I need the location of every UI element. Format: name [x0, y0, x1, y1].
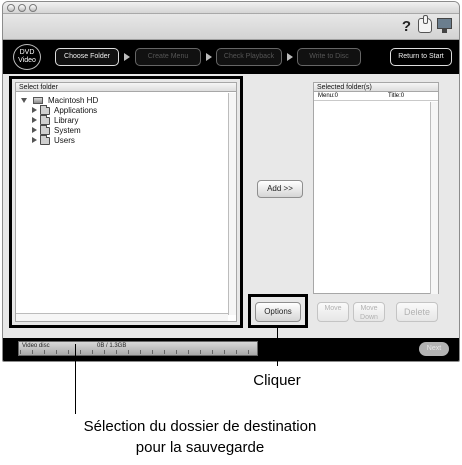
title-count-label: Title:0: [388, 93, 405, 99]
caption-select-line1: Sélection du dossier de destination: [83, 418, 317, 435]
step-arrow-icon: [206, 53, 212, 61]
disc-type-label: Video disc: [22, 343, 50, 349]
callout-line-folder: [75, 344, 76, 414]
caption-select-line2: pour la sauvegarde: [135, 439, 265, 456]
selected-folders-scrollbar[interactable]: [430, 102, 438, 294]
step-arrow-icon: [124, 53, 130, 61]
delete-button[interactable]: Delete: [396, 302, 438, 322]
step-write-to-disc[interactable]: Write to Disc: [297, 48, 361, 66]
caption-click: Cliquer: [253, 372, 301, 389]
selected-folders-panel: Selected folder(s) Menu:0 Title:0: [313, 82, 439, 294]
selected-folders-header: Selected folder(s): [314, 83, 438, 92]
selected-folders-column-header: Menu:0 Title:0: [314, 92, 438, 101]
dvd-video-logo: DVD Video: [13, 44, 41, 70]
callout-line-options: [277, 326, 278, 366]
move-down-button[interactable]: Move Down: [353, 302, 385, 322]
return-to-start-button[interactable]: Return to Start: [390, 48, 452, 66]
main-content: Select folder Macintosh HD Applications …: [3, 74, 459, 338]
folder-selection-highlight: [9, 76, 243, 328]
step-create-menu[interactable]: Create Menu: [135, 48, 201, 66]
step-choose-folder[interactable]: Choose Folder: [55, 48, 119, 66]
disc-capacity-meter: Video disc 0B / 1.3GB: [18, 341, 258, 356]
close-window-button[interactable]: [7, 4, 15, 12]
options-button-highlight: [248, 294, 308, 328]
disc-used-label: 0B / 1.3GB: [97, 343, 127, 349]
menu-count-label: Menu:0: [318, 93, 339, 99]
step-check-playback[interactable]: Check Playback: [216, 48, 282, 66]
minimize-window-button[interactable]: [18, 4, 26, 12]
add-button[interactable]: Add >>: [257, 180, 303, 198]
capacity-ticks: [20, 350, 256, 354]
step-arrow-icon: [287, 53, 293, 61]
top-toolbar: ?: [3, 14, 459, 40]
next-button[interactable]: Next: [419, 342, 449, 356]
status-bar: Video disc 0B / 1.3GB Next: [3, 338, 459, 361]
help-icon[interactable]: ?: [402, 18, 411, 35]
title-bar: [3, 2, 459, 14]
hand-icon[interactable]: [418, 15, 432, 33]
zoom-window-button[interactable]: [29, 4, 37, 12]
application-window: ? DVD Video Choose Folder Create Menu Ch…: [2, 1, 460, 362]
monitor-icon[interactable]: [437, 18, 452, 33]
move-up-button[interactable]: Move: [317, 302, 349, 322]
step-navigation-bar: DVD Video Choose Folder Create Menu Chec…: [3, 40, 459, 74]
